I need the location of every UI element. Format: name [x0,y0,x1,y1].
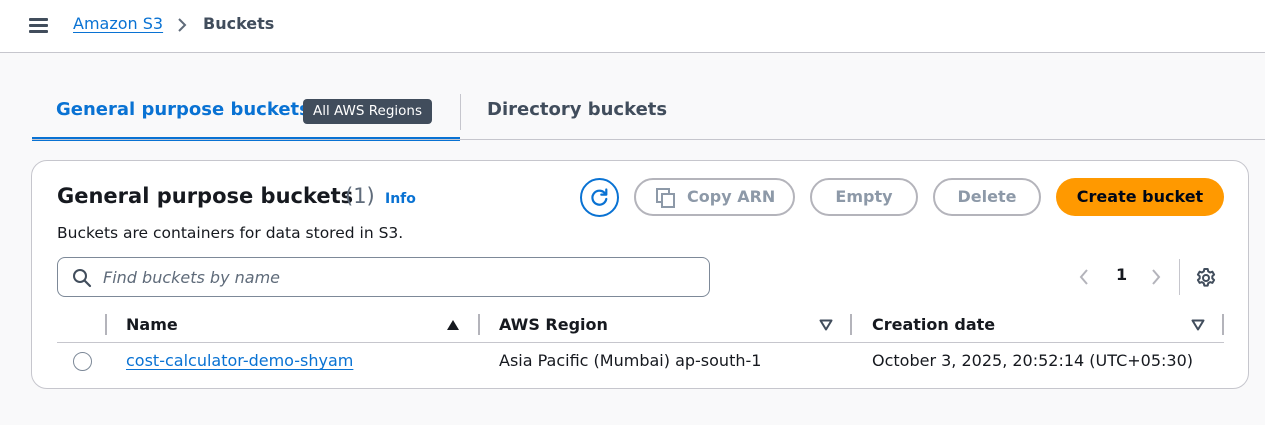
sort-ascending-icon[interactable] [446,319,460,331]
breadcrumb-current: Buckets [203,14,275,33]
bucket-name-link[interactable]: cost-calculator-demo-shyam [126,351,353,370]
copy-icon [656,188,675,208]
sort-descending-icon[interactable] [819,319,833,331]
column-header-creation-date[interactable]: Creation date [872,315,995,334]
pagination-current-page[interactable]: 1 [1116,265,1127,284]
tab-directory-buckets[interactable]: Directory buckets [487,99,667,120]
buckets-panel: General purpose buckets (1) Info Buckets… [31,160,1249,389]
chevron-right-icon[interactable] [1149,267,1163,287]
table-header-divider [57,342,1224,343]
search-input[interactable] [103,266,693,288]
chevron-left-icon[interactable] [1077,267,1091,287]
copy-arn-button[interactable]: Copy ARN [634,178,795,216]
empty-button[interactable]: Empty [810,178,918,216]
menu-icon[interactable] [29,17,49,33]
search-field[interactable] [57,257,710,297]
tabs-baseline [32,139,1265,140]
tab-label: General purpose buckets [56,99,310,120]
bucket-creation-date: October 3, 2025, 20:52:14 (UTC+05:30) [872,351,1194,370]
column-header-region[interactable]: AWS Region [499,315,608,334]
panel-description: Buckets are containers for data stored i… [57,224,404,242]
settings-icon[interactable] [1195,267,1217,289]
row-select-radio[interactable] [73,352,92,371]
info-link[interactable]: Info [385,191,416,207]
column-divider [478,314,480,335]
sort-descending-icon[interactable] [1191,319,1205,331]
bucket-count: (1) [345,184,375,208]
chevron-right-icon [178,18,187,32]
breadcrumb-amazon-s3[interactable]: Amazon S3 [73,14,163,33]
tab-divider [460,94,461,130]
column-divider [850,314,852,335]
refresh-icon [591,188,608,206]
search-icon [73,269,92,288]
top-navigation-bar: Amazon S3 Buckets [0,0,1265,53]
copy-arn-label: Copy ARN [687,187,776,206]
pagination-divider [1179,259,1180,295]
panel-title: General purpose buckets [57,184,354,208]
refresh-button[interactable] [580,178,619,217]
column-divider [105,314,107,335]
delete-button[interactable]: Delete [933,178,1041,216]
bucket-region: Asia Pacific (Mumbai) ap-south-1 [499,351,762,370]
region-badge: All AWS Regions [303,99,432,124]
create-bucket-button[interactable]: Create bucket [1056,178,1224,216]
column-divider [1222,314,1224,335]
column-header-name[interactable]: Name [126,315,178,334]
tab-general-purpose-buckets[interactable]: General purpose buckets All AWS Regions [32,86,460,141]
